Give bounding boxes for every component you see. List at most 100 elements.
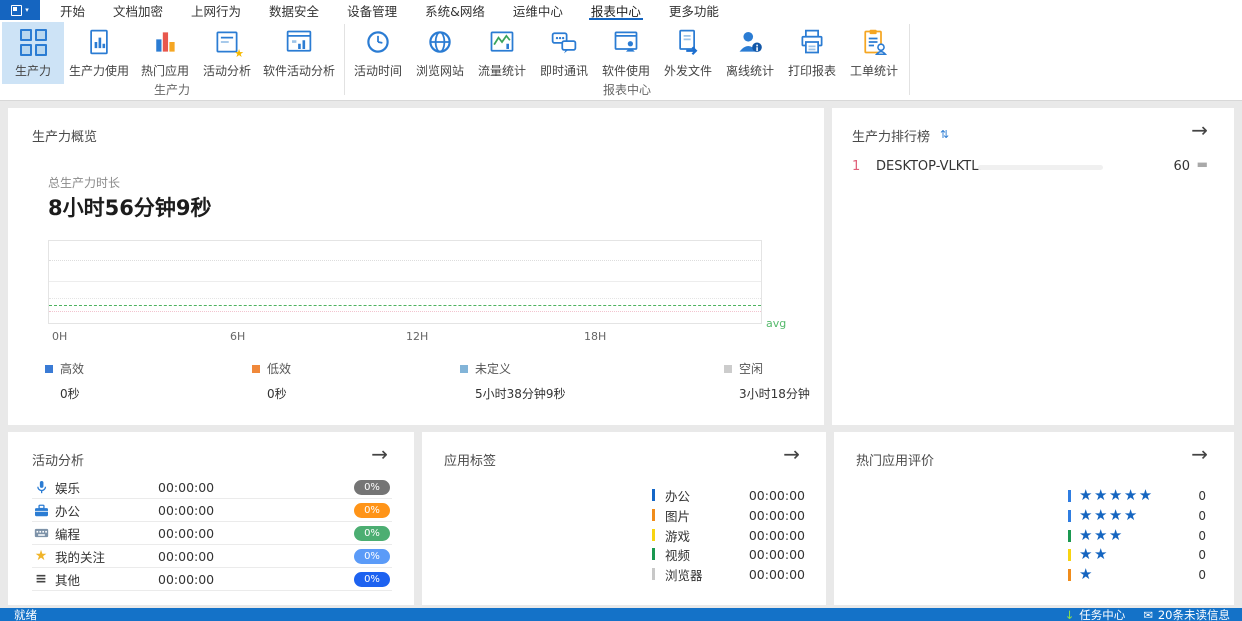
stars: ★★	[1079, 545, 1109, 563]
ribbon-button-software-usage[interactable]: 软件使用	[595, 22, 657, 84]
ribbon-button-instant-messaging[interactable]: 即时通讯	[533, 22, 595, 84]
download-icon: ↓	[1064, 608, 1075, 621]
ribbon-button-print-report[interactable]: 打印报表	[781, 22, 843, 84]
open-arrow-icon[interactable]: →	[1191, 442, 1208, 466]
tag-time: 00:00:00	[748, 528, 805, 543]
ribbon-button-traffic-stats[interactable]: 流量统计	[471, 22, 533, 84]
star-icon: ★	[34, 548, 48, 564]
rating-count: 0	[1198, 568, 1206, 582]
ribbon-button-activity-analysis[interactable]: ★ 活动分析	[196, 22, 258, 84]
sort-icon[interactable]: ⇅	[940, 128, 949, 141]
rating-count: 0	[1198, 489, 1206, 503]
ribbon-button-productivity-usage[interactable]: 生产力使用	[64, 22, 134, 84]
open-arrow-icon[interactable]: →	[1191, 118, 1208, 142]
globe-icon	[426, 24, 454, 60]
stars: ★★★★★	[1079, 486, 1154, 504]
status-bar: 就绪 ↓ 任务中心 ✉ 20条未读信息	[0, 608, 1242, 621]
menu-item-ops-center[interactable]: 运维中心	[499, 0, 577, 20]
menu-item-web-behavior[interactable]: 上网行为	[177, 0, 255, 20]
rating-swatch	[1068, 509, 1071, 522]
unread-messages-button[interactable]: ✉ 20条未读信息	[1143, 608, 1230, 621]
menu-item-start[interactable]: 开始	[46, 0, 99, 20]
ranking-row[interactable]: 1 DESKTOP-VLKTL... 60 ▬	[832, 154, 1234, 180]
ribbon-group-label: 生产力	[154, 83, 191, 97]
caret-down-icon: ▾	[25, 5, 29, 14]
menu-item-data-security[interactable]: 数据安全	[255, 0, 333, 20]
rating-row-2-stars: ★★	[1068, 546, 1109, 563]
avg-line	[49, 304, 761, 306]
percent-badge: 0%	[354, 479, 390, 495]
tag-time: 00:00:00	[748, 488, 805, 503]
ribbon-button-activity-time[interactable]: 活动时间	[347, 22, 409, 84]
panel-title: 生产力概览	[32, 130, 98, 145]
tag-time: 00:00:00	[748, 547, 805, 562]
top-menu-bar: ▾ 开始 文档加密 上网行为 数据安全 设备管理 系统&网络 运维中心 报表中心…	[0, 0, 1242, 20]
menu-item-system-network[interactable]: 系统&网络	[411, 0, 499, 20]
rating-swatch	[1068, 489, 1071, 502]
bars-icon	[151, 24, 179, 60]
activity-row-office: 办公 00:00:00 0%	[32, 499, 392, 522]
ribbon-button-ticket-stats[interactable]: 工单统计	[843, 22, 905, 84]
traffic-chart-icon	[488, 24, 516, 60]
task-center-button[interactable]: ↓ 任务中心	[1065, 608, 1126, 621]
chat-bubbles-icon	[549, 24, 579, 60]
menu-item-doc-encryption[interactable]: 文档加密	[99, 0, 177, 20]
percent-badge: 0%	[354, 525, 390, 541]
menu-item-device-mgmt[interactable]: 设备管理	[333, 0, 411, 20]
doc-bar-chart-icon	[85, 24, 113, 60]
ribbon-button-browse-sites[interactable]: 浏览网站	[409, 22, 471, 84]
percent-badge: 0%	[354, 502, 390, 518]
x-tick: 0H	[52, 330, 68, 343]
main-menu: 开始 文档加密 上网行为 数据安全 设备管理 系统&网络 运维中心 报表中心 更…	[46, 0, 733, 20]
tag-time: 00:00:00	[748, 567, 805, 582]
percent-badge: 0%	[354, 571, 390, 587]
legend-item-inefficient: 低效 0秒	[252, 360, 291, 402]
x-tick: 6H	[230, 330, 246, 343]
gridline	[49, 281, 761, 283]
window-bars-icon	[284, 24, 314, 60]
x-tick: 18H	[584, 330, 607, 343]
window-person-icon	[612, 24, 640, 60]
tag-time: 00:00:00	[748, 508, 805, 523]
ribbon-group-report-center: 活动时间 浏览网站 流量统计 即时通讯 软件使用 外发文件 离线统计 打印报表 …	[345, 20, 909, 100]
app-menu-button[interactable]: ▾	[0, 0, 40, 20]
clock-icon	[364, 24, 392, 60]
menu-item-more[interactable]: 更多功能	[655, 0, 733, 20]
stars: ★★★★	[1079, 506, 1139, 524]
briefcase-icon	[32, 504, 50, 517]
productivity-timeline-chart	[48, 240, 762, 324]
microphone-icon	[32, 480, 50, 495]
productivity-ranking-panel: 生产力排行榜 ⇅ → 1 DESKTOP-VLKTL... 60 ▬	[832, 108, 1234, 425]
ribbon-button-productivity[interactable]: 生产力	[2, 22, 64, 84]
activity-row-my-focus: ★ 我的关注 00:00:00 0%	[32, 545, 392, 568]
list-icon: ≡	[35, 571, 47, 587]
open-arrow-icon[interactable]: →	[371, 442, 388, 466]
device-name: DESKTOP-VLKTL...	[876, 159, 986, 174]
legend-swatch	[460, 364, 468, 373]
keyboard-icon	[32, 527, 50, 539]
gridline	[49, 297, 761, 299]
threshold-line	[49, 310, 761, 312]
ribbon-button-hot-apps[interactable]: 热门应用	[134, 22, 196, 84]
activity-list: 娱乐 00:00:00 0% 办公 00:00:00 0% 编程 00:00:0…	[32, 476, 392, 591]
activity-analysis-panel: 活动分析 → 娱乐 00:00:00 0% 办公 00:00:00 0% 编程 …	[8, 432, 414, 605]
ribbon-button-software-activity[interactable]: 软件活动分析	[258, 22, 340, 84]
ribbon-toolbar: 生产力 生产力使用 热门应用 ★ 活动分析 软件活动分析 生产力 活动时间 浏览…	[0, 20, 1242, 101]
envelope-icon: ✉	[1143, 608, 1153, 621]
stars: ★	[1079, 565, 1094, 583]
activity-row-other: ≡ 其他 00:00:00 0%	[32, 568, 392, 591]
legend-item-idle: 空闲 3小时18分钟	[724, 360, 810, 402]
menu-item-report-center[interactable]: 报表中心	[577, 0, 655, 20]
legend-item-efficient: 高效 0秒	[45, 360, 84, 402]
x-tick: 12H	[406, 330, 429, 343]
hot-app-rating-panel: 热门应用评价 → ★★★★★ 0 ★★★★ 0 ★★★ 0 ★★ 0 ★ 0	[834, 432, 1234, 605]
legend-swatch	[45, 364, 53, 373]
progress-bar	[978, 165, 1103, 170]
ribbon-button-outgoing-files[interactable]: 外发文件	[657, 22, 719, 84]
score-value: 60	[1173, 159, 1190, 174]
ribbon-group-productivity: 生产力 生产力使用 热门应用 ★ 活动分析 软件活动分析 生产力	[0, 20, 344, 100]
rating-count: 0	[1198, 529, 1206, 543]
open-arrow-icon[interactable]: →	[783, 442, 800, 466]
status-ready-text: 就绪	[14, 608, 37, 621]
ribbon-button-offline-stats[interactable]: 离线统计	[719, 22, 781, 84]
